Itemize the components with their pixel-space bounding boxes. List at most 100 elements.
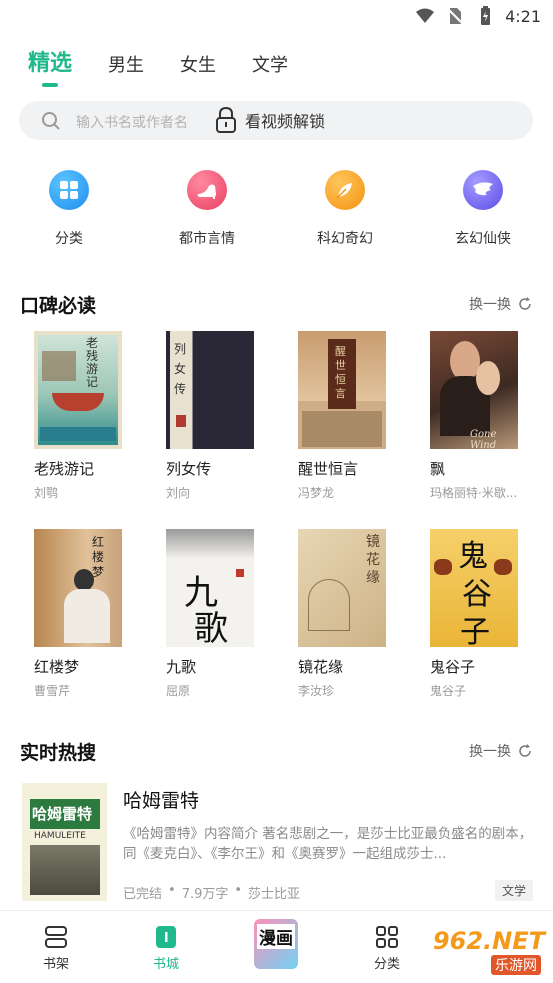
cover-title: 哈姆雷特: [32, 805, 93, 823]
wifi-icon: [416, 8, 435, 23]
genre-tag: 文学: [494, 880, 533, 901]
watermark-text: 962.NET: [432, 927, 545, 955]
book-card[interactable]: 醒世恒言 醒世恒言 冯梦龙: [298, 331, 386, 501]
tab-literature[interactable]: 文学: [252, 51, 288, 77]
cover-title: 老残游记: [86, 336, 99, 389]
book-cover: 醒世恒言: [298, 331, 386, 449]
hot-book-meta: 已完结 • 7.9万字 • 莎士比亚: [123, 883, 300, 902]
search-icon: [42, 112, 60, 130]
no-sim-icon: [447, 8, 464, 25]
book-author: 刘鹗: [34, 486, 59, 500]
category-xianxia[interactable]: 玄幻仙侠: [414, 170, 552, 248]
nav-label: 书城: [152, 957, 179, 972]
search-bar[interactable]: 输入书名或作者名 看视频解锁: [19, 101, 533, 140]
category-all[interactable]: 分类: [0, 170, 138, 248]
bookshelf-icon: [45, 926, 67, 948]
nav-category[interactable]: 分类: [357, 925, 417, 972]
category-label: 科幻奇幻: [317, 231, 373, 247]
tab-featured[interactable]: 精选: [28, 45, 72, 87]
refresh-icon: [519, 297, 531, 310]
tab-male[interactable]: 男生: [108, 51, 144, 77]
book-author: 玛格丽特·米歇...: [430, 486, 518, 500]
refresh-button-must-read[interactable]: 换一换: [469, 294, 533, 314]
grid-icon: [49, 170, 89, 210]
book-card[interactable]: 红楼梦 红楼梦 曹雪芹: [34, 529, 122, 699]
book-card[interactable]: 镜花缘 镜花缘 李汝珍: [298, 529, 386, 699]
book-cover: 老残游记: [34, 331, 122, 449]
feather-icon: [325, 170, 365, 210]
status-bar: 4:21: [0, 0, 553, 32]
book-cover: 鬼 谷 子: [430, 529, 518, 647]
section-title-must-read: 口碑必读: [20, 295, 97, 317]
cover-title: 镜花缘: [366, 534, 380, 586]
hot-book-description: 《哈姆雷特》内容简介 著名悲剧之一，是莎士比亚最负盛名的剧本，同《麦克白》、《李…: [123, 826, 533, 862]
category-label: 分类: [55, 231, 83, 247]
book-card[interactable]: 列女传 列女传 刘向: [166, 331, 254, 501]
category-icon: [376, 926, 398, 948]
book-cover: 红楼梦: [34, 529, 122, 647]
cover-title: 醒世恒言: [335, 345, 346, 400]
search-placeholder[interactable]: 输入书名或作者名: [76, 112, 188, 132]
wing-icon: [463, 170, 503, 210]
category-urban-romance[interactable]: 都市言情: [138, 170, 276, 248]
meta-dot: •: [168, 883, 176, 898]
category-shortcuts: 分类 都市言情 科幻奇幻 玄幻仙侠: [0, 170, 553, 248]
video-unlock-label: 看视频解锁: [245, 112, 326, 131]
meta-dot: •: [234, 883, 243, 898]
book-grid-row-1: 老残游记 老残游记 刘鹗 列女传 列女传 刘向 醒世恒言 醒世恒言 冯梦龙 Go…: [34, 331, 518, 501]
book-status: 已完结: [123, 887, 163, 902]
nav-bookshelf[interactable]: 书架: [26, 925, 86, 972]
cover-char: 歌: [194, 609, 228, 647]
bookstore-icon: [156, 926, 176, 948]
book-cover: 镜花缘: [298, 529, 386, 647]
tab-female[interactable]: 女生: [180, 51, 216, 77]
book-author: 李汝珍: [298, 684, 335, 698]
nav-manga[interactable]: 漫画: [246, 919, 306, 969]
nav-bookstore[interactable]: 书城: [136, 925, 196, 972]
book-title: 九歌: [166, 658, 197, 676]
refresh-label: 换一换: [469, 744, 511, 760]
refresh-label: 换一换: [469, 297, 511, 313]
book-author: 鬼谷子: [430, 684, 467, 698]
category-label: 玄幻仙侠: [455, 231, 511, 247]
lock-icon: [216, 107, 236, 133]
cover-subtitle: HAMULEITE: [34, 831, 86, 841]
book-author: 刘向: [166, 486, 191, 500]
bottom-nav: 书架 书城 漫画 分类 962.NET 乐游网: [0, 910, 553, 983]
watermark-subtext: 乐游网: [491, 955, 541, 975]
book-author: 莎士比亚: [248, 887, 301, 902]
refresh-button-hot-search[interactable]: 换一换: [469, 741, 533, 761]
book-title: 飘: [430, 460, 446, 478]
category-label: 都市言情: [179, 231, 235, 247]
book-title: 老残游记: [34, 460, 95, 478]
manga-icon: 漫画: [254, 919, 298, 969]
watermark-logo: 962.NET 乐游网: [409, 921, 549, 977]
refresh-icon: [519, 744, 531, 757]
nav-label: 分类: [373, 957, 400, 972]
book-card[interactable]: 老残游记 老残游记 刘鹗: [34, 331, 122, 501]
book-word-count: 7.9万字: [181, 887, 229, 902]
video-unlock-button[interactable]: 看视频解锁: [215, 107, 325, 133]
book-title: 镜花缘: [298, 658, 344, 676]
book-title: 列女传: [166, 460, 212, 478]
category-scifi-fantasy[interactable]: 科幻奇幻: [276, 170, 414, 248]
book-author: 曹雪芹: [34, 684, 71, 698]
cover-title: 列女传: [174, 342, 187, 396]
book-title: 鬼谷子: [430, 658, 476, 676]
hot-book-title: 哈姆雷特: [123, 790, 200, 812]
book-author: 屈原: [166, 684, 191, 698]
book-cover: Gone Wind: [430, 331, 518, 449]
book-author: 冯梦龙: [298, 486, 335, 500]
book-card[interactable]: 九 歌 九歌 屈原: [166, 529, 254, 699]
book-card[interactable]: 鬼 谷 子 鬼谷子 鬼谷子: [430, 529, 518, 699]
battery-icon: [481, 6, 491, 25]
book-card[interactable]: Gone Wind 飘 玛格丽特·米歇...: [430, 331, 518, 501]
hot-search-item[interactable]: 哈姆雷特 HAMULEITE 哈姆雷特 《哈姆雷特》内容简介 著名悲剧之一，是莎…: [22, 783, 533, 902]
book-title: 醒世恒言: [298, 460, 359, 478]
high-heel-icon: [187, 170, 227, 210]
book-cover: 哈姆雷特 HAMULEITE: [22, 783, 107, 901]
nav-label: 书架: [42, 957, 69, 972]
book-title: 红楼梦: [34, 658, 80, 676]
top-tabs: 精选 男生 女生 文学: [28, 45, 288, 87]
nav-label: 漫画: [257, 924, 295, 949]
